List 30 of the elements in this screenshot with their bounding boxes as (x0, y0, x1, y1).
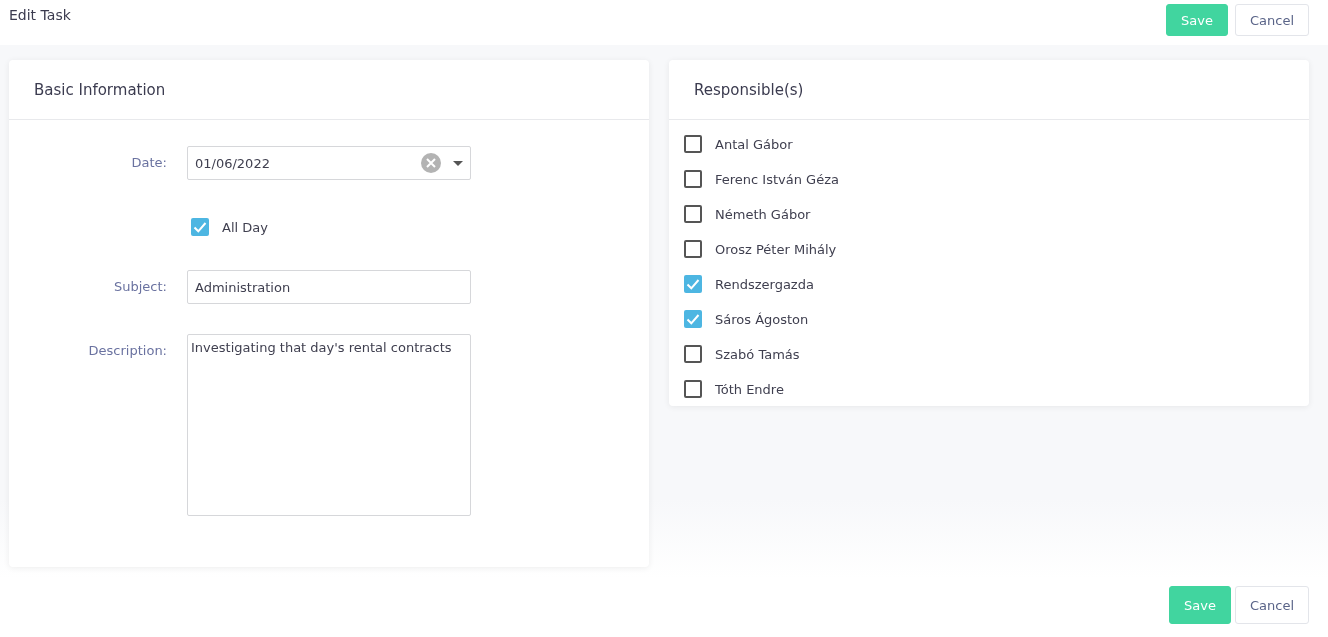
field-label: Date: (130, 154, 167, 170)
card-title: Basic Information (9, 60, 649, 120)
description-field[interactable]: Investigating that day's rental contracts (187, 334, 471, 516)
page-title: Edit Task (9, 7, 71, 23)
checkbox-label: Sáros Ágoston (715, 311, 809, 327)
checkbox[interactable] (684, 310, 702, 328)
checkbox[interactable] (684, 240, 702, 258)
field-label: Description: (87, 342, 167, 358)
cancel-button[interactable]: Cancel (1234, 586, 1309, 624)
checkbox-label: Rendszergazda (715, 276, 814, 292)
checkbox-label: Ferenc István Géza (715, 171, 839, 187)
checkbox-label: Tóth Endre (715, 381, 784, 397)
caret-icon[interactable] (453, 160, 463, 166)
checkbox[interactable] (684, 170, 702, 188)
checkbox[interactable] (684, 135, 702, 153)
checkbox[interactable] (684, 380, 702, 398)
card-title: Responsible(s) (669, 60, 1309, 120)
checkbox-label: Antal Gábor (715, 136, 793, 152)
checkbox-label: All Day (222, 219, 268, 235)
checkbox[interactable] (191, 218, 209, 236)
checkbox-label: Orosz Péter Mihály (715, 241, 837, 257)
checkbox[interactable] (684, 345, 702, 363)
checkbox-label: Szabó Tamás (715, 346, 800, 362)
checkbox-label: Németh Gábor (715, 206, 811, 222)
date-picker[interactable]: 01/06/2022 (187, 146, 471, 180)
subject-field[interactable]: Administration (187, 270, 471, 304)
cancel-button[interactable]: Cancel (1234, 4, 1309, 36)
field-label: Subject: (113, 278, 167, 294)
checkbox[interactable] (684, 275, 702, 293)
checkbox[interactable] (684, 205, 702, 223)
